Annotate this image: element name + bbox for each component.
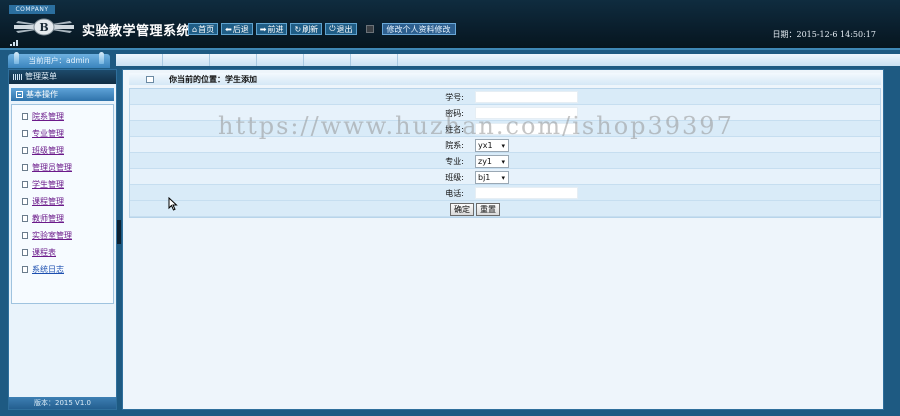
tab-slot[interactable]: [257, 54, 304, 66]
sidebar-splitter-handle[interactable]: [117, 220, 121, 244]
sidebar-item-timetable[interactable]: 课程表: [22, 244, 113, 261]
breadcrumb-text: 你当前的位置：学生添加: [169, 74, 257, 84]
document-icon: [22, 198, 28, 205]
location-icon: [146, 75, 154, 83]
edit-profile-button[interactable]: 修改个人资料修改: [381, 23, 456, 35]
form-row-buttons: 确定 重置: [130, 201, 880, 217]
chevron-down-icon: ▾: [501, 142, 505, 150]
company-label: COMPANY: [9, 5, 55, 14]
tab-slot[interactable]: [304, 54, 351, 66]
document-icon: [22, 164, 28, 171]
main-content: 你当前的位置：学生添加 学号: 密码: 姓名: 院系: yx1 ▾ 专业: zy…: [122, 69, 884, 410]
menu-list-box: 院系管理 专业管理 班级管理 管理员管理 学生管理 课程管理 教师管理 实验室管…: [11, 104, 114, 304]
document-icon: [22, 147, 28, 154]
password-input[interactable]: [475, 107, 578, 119]
nav-logout-button[interactable]: ⏻ 退出: [325, 23, 357, 35]
nav-back-button[interactable]: ⬅ 后退: [221, 23, 253, 35]
sidebar-item-departments[interactable]: 院系管理: [22, 108, 113, 125]
refresh-icon: ↻: [294, 24, 302, 34]
major-label: 专业:: [445, 157, 464, 166]
document-icon: [22, 266, 28, 273]
top-navbar: ⌂ 首页 ⬅ 后退 ➡ 前进 ↻ 刷新 ⏻ 退出 修改个人资料修改: [188, 23, 456, 35]
name-label: 姓名:: [445, 125, 464, 134]
form-row-phone: 电话:: [130, 185, 880, 201]
major-select[interactable]: zy1 ▾: [475, 155, 509, 168]
document-icon: [22, 249, 28, 256]
student-id-input[interactable]: [475, 91, 578, 103]
divider-square: [365, 25, 374, 33]
tab-slot[interactable]: [116, 54, 163, 66]
sidebar-item-labs[interactable]: 实验室管理: [22, 227, 113, 244]
version-label: 版本：2015 V1.0: [9, 397, 116, 409]
collapse-icon: [16, 91, 23, 98]
class-label: 班级:: [445, 173, 464, 182]
name-input[interactable]: [475, 123, 578, 135]
menu-header: 管理菜单: [9, 70, 116, 84]
menu-list: 院系管理 专业管理 班级管理 管理员管理 学生管理 课程管理 教师管理 实验室管…: [12, 108, 113, 278]
sidebar-item-admins[interactable]: 管理员管理: [22, 159, 113, 176]
forward-icon: ➡: [259, 24, 267, 34]
back-icon: ⬅: [225, 24, 232, 34]
signal-icon: [10, 40, 18, 46]
menu-grid-icon: [13, 74, 22, 80]
form-row-department: 院系: yx1 ▾: [130, 137, 880, 153]
sidebar-item-majors[interactable]: 专业管理: [22, 125, 113, 142]
current-datetime: 日期：2015-12-6 14:50:17: [772, 30, 876, 39]
breadcrumb: 你当前的位置：学生添加: [129, 73, 881, 85]
app-header: COMPANY B 实验教学管理系统 ⌂ 首页 ⬅ 后退 ➡ 前进 ↻ 刷新 ⏻…: [0, 0, 900, 50]
pin-icon: [99, 52, 104, 64]
department-select[interactable]: yx1 ▾: [475, 139, 509, 152]
phone-label: 电话:: [445, 189, 464, 198]
menu-group-basic[interactable]: 基本操作: [11, 88, 114, 101]
form-row-class: 班级: bj1 ▾: [130, 169, 880, 185]
current-user-label: 当前用户：admin: [28, 56, 90, 65]
student-id-label: 学号:: [445, 93, 464, 102]
tab-bar: [116, 54, 900, 66]
home-icon: ⌂: [192, 24, 198, 34]
svg-text:B: B: [39, 21, 48, 34]
mouse-cursor-icon: [168, 197, 178, 211]
sidebar-item-students[interactable]: 学生管理: [22, 176, 113, 193]
tab-strip: 当前用户：admin: [0, 52, 900, 68]
chevron-down-icon: ▾: [501, 158, 505, 166]
document-icon: [22, 113, 28, 120]
password-label: 密码:: [445, 109, 464, 118]
class-select[interactable]: bj1 ▾: [475, 171, 509, 184]
form-row-name: 姓名:: [130, 121, 880, 137]
nav-forward-button[interactable]: ➡ 前进: [255, 23, 288, 35]
reset-button[interactable]: 重置: [476, 203, 500, 216]
department-label: 院系:: [445, 141, 464, 150]
document-icon: [22, 215, 28, 222]
power-icon: ⏻: [329, 24, 336, 33]
tab-slot[interactable]: [351, 54, 398, 66]
tab-slot[interactable]: [163, 54, 210, 66]
sidebar-item-courses[interactable]: 课程管理: [22, 193, 113, 210]
sidebar-item-teachers[interactable]: 教师管理: [22, 210, 113, 227]
form-row-student-id: 学号:: [130, 89, 880, 105]
current-user-bar: 当前用户：admin: [8, 52, 110, 68]
document-icon: [22, 130, 28, 137]
sidebar-item-classes[interactable]: 班级管理: [22, 142, 113, 159]
chevron-down-icon: ▾: [501, 174, 505, 182]
sidebar: 管理菜单 基本操作 院系管理 专业管理 班级管理 管理员管理 学生管理 课程管理…: [8, 69, 117, 410]
document-icon: [22, 232, 28, 239]
nav-home-button[interactable]: ⌂ 首页: [188, 23, 219, 35]
system-title: 实验教学管理系统: [82, 24, 191, 39]
form-row-major: 专业: zy1 ▾: [130, 153, 880, 169]
form-row-password: 密码:: [130, 105, 880, 121]
student-add-form: 学号: 密码: 姓名: 院系: yx1 ▾ 专业: zy1 ▾ 班级: bj1 …: [129, 88, 881, 218]
tab-slot[interactable]: [210, 54, 257, 66]
nav-refresh-button[interactable]: ↻ 刷新: [290, 23, 323, 35]
sidebar-item-system-log[interactable]: 系统日志: [22, 261, 113, 278]
pin-icon: [14, 52, 19, 64]
confirm-button[interactable]: 确定: [450, 203, 474, 216]
bentley-logo-icon: B: [14, 18, 74, 36]
phone-input[interactable]: [475, 187, 578, 199]
document-icon: [22, 181, 28, 188]
